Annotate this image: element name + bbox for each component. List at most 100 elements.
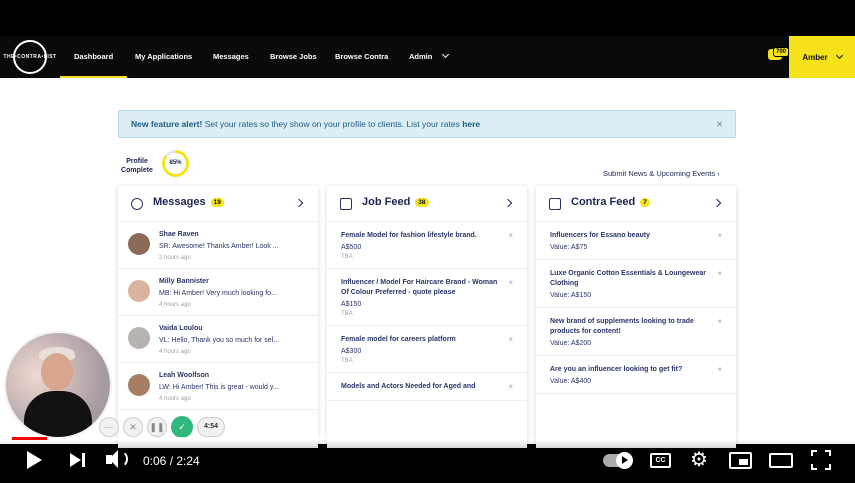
message-item[interactable]: Shae Raven SR: Awesome! Thanks Amber! Lo… [118, 222, 318, 269]
job-item[interactable]: Female Model for fashion lifestyle brand… [327, 222, 527, 269]
contra-item[interactable]: Are you an influencer looking to get fit… [536, 356, 736, 394]
user-name: Amber [802, 52, 828, 62]
message-preview: LW: Hi Amber! This is great - would y... [159, 384, 279, 391]
volume-icon-wave [118, 450, 128, 468]
messages-card-header[interactable]: Messages 19 [118, 186, 318, 222]
message-sender: Vaida Loulou [159, 325, 203, 332]
profile-progress-ring: 85% [162, 150, 189, 177]
job-rate: A$300 [341, 348, 362, 355]
message-item[interactable]: Leah Woolfson LW: Hi Amber! This is grea… [118, 363, 318, 410]
contra-item[interactable]: Luxe Organic Cotton Essentials & Loungew… [536, 260, 736, 308]
message-item[interactable]: Vaida Loulou VL: Hello, Thank you so muc… [118, 316, 318, 363]
message-time: 2 hours ago [159, 255, 191, 261]
nav-dashboard[interactable]: Dashboard [59, 36, 128, 78]
messages-count-badge: 19 [210, 197, 224, 207]
profile-label-line1: Profile [126, 158, 148, 165]
job-title: Female model for careers platform [341, 336, 456, 343]
job-rate: A$500 [341, 244, 362, 251]
job-date: TBA [341, 254, 353, 260]
message-sender: Shae Raven [159, 231, 199, 238]
chevron-right-icon[interactable] [712, 198, 722, 208]
close-icon[interactable]: × [508, 231, 513, 240]
avatar [128, 374, 150, 396]
nav-browse-jobs[interactable]: Browse Jobs [270, 36, 317, 78]
video-time: 0:06 / 2:24 [143, 454, 200, 468]
captions-icon[interactable]: CC [650, 453, 671, 468]
profile-complete-label: Profile Complete [118, 157, 156, 175]
pause-icon[interactable]: ❚❚ [147, 417, 167, 437]
nav-browse-contra[interactable]: Browse Contra [335, 36, 388, 78]
contra-value: Value: A$150 [550, 292, 592, 299]
close-icon[interactable]: × [508, 335, 513, 344]
user-menu-button[interactable]: Amber [789, 36, 855, 78]
miniplayer-icon[interactable] [729, 452, 752, 469]
contra-feed-count-badge: 7 [640, 197, 650, 207]
feature-alert-banner: New feature alert! Set your rates so the… [118, 110, 736, 138]
job-item[interactable]: Influencer / Model For Haircare Brand - … [327, 269, 527, 326]
contra-title: New brand of supplements looking to trad… [550, 318, 694, 335]
alert-text: Set your rates so they show on your prof… [202, 119, 463, 129]
theater-mode-icon[interactable] [769, 453, 793, 468]
messages-card: Messages 19 Shae Raven SR: Awesome! Thank… [118, 186, 318, 448]
job-item[interactable]: Female model for careers platform A$300 … [327, 326, 527, 373]
presenter-webcam-bubble [6, 333, 110, 437]
check-icon[interactable]: ✓ [171, 416, 193, 438]
contra-title: Influencers for Essano beauty [550, 232, 650, 239]
message-sender: Milly Bannister [159, 278, 209, 285]
job-item[interactable]: Models and Actors Needed for Aged and × [327, 373, 527, 401]
submit-news-link[interactable]: Submit News & Upcoming Events › [603, 169, 720, 178]
job-feed-card-header[interactable]: Job Feed 38 [327, 186, 527, 222]
close-icon[interactable]: × [717, 269, 722, 278]
alert-rates-link[interactable]: here [462, 119, 480, 129]
video-frame: THE•CONTRA•LIST Dashboard My Application… [0, 0, 855, 483]
close-icon[interactable]: × [717, 231, 722, 240]
message-item[interactable]: Milly Bannister MB: Hi Amber! Very much … [118, 269, 318, 316]
contra-title: Are you an influencer looking to get fit… [550, 366, 683, 373]
close-icon[interactable]: ✕ [123, 417, 143, 437]
chat-count-badge: 700 [773, 47, 790, 57]
contra-value: Value: A$200 [550, 340, 592, 347]
job-feed-count-badge: 38 [415, 197, 429, 207]
gear-icon[interactable]: ⚙ [690, 449, 708, 471]
more-icon[interactable]: ⋯ [99, 417, 119, 437]
recorder-controls: ⋯ ✕ ❚❚ ✓ 4:54 [99, 415, 229, 439]
chat-notification-button[interactable]: 700 [768, 47, 790, 63]
nav-messages[interactable]: Messages [213, 36, 249, 78]
contra-item[interactable]: Influencers for Essano beauty Value: A$7… [536, 222, 736, 260]
nav-my-applications[interactable]: My Applications [135, 36, 192, 78]
close-icon[interactable]: × [717, 365, 722, 374]
close-icon[interactable]: × [716, 111, 723, 138]
message-time: 4 hours ago [159, 302, 191, 308]
nav-admin[interactable]: Admin [409, 36, 450, 78]
message-preview: VL: Hello, Thank you so much for sel... [159, 337, 280, 344]
profile-label-line2: Complete [121, 167, 153, 174]
messages-title-text: Messages [153, 196, 206, 208]
next-icon[interactable] [70, 453, 81, 467]
message-preview: SR: Awesome! Thanks Amber! Look ... [159, 243, 279, 250]
close-icon[interactable]: × [717, 317, 722, 326]
calendar-icon [340, 198, 352, 210]
job-date: TBA [341, 358, 353, 364]
close-icon[interactable]: × [508, 382, 513, 391]
autoplay-toggle[interactable] [603, 452, 633, 469]
messages-card-title: Messages 19 [153, 196, 224, 208]
contra-list-logo[interactable]: THE•CONTRA•LIST [3, 40, 56, 74]
chevron-right-icon[interactable] [294, 198, 304, 208]
job-feed-card-title: Job Feed 38 [362, 196, 429, 208]
play-icon[interactable] [27, 451, 42, 469]
close-icon[interactable]: × [508, 278, 513, 287]
job-rate: A$150 [341, 301, 362, 308]
contra-feed-card-header[interactable]: Contra Feed 7 [536, 186, 736, 222]
next-icon-bar [82, 453, 85, 467]
avatar [128, 233, 150, 255]
video-letterbox [0, 0, 855, 36]
app-navbar: THE•CONTRA•LIST Dashboard My Application… [0, 36, 855, 78]
contra-item[interactable]: New brand of supplements looking to trad… [536, 308, 736, 356]
message-preview: MB: Hi Amber! Very much looking fo... [159, 290, 277, 297]
contra-feed-card-title: Contra Feed 7 [571, 196, 650, 208]
video-player-controls: 0:06 / 2:24 CC ⚙ [0, 440, 855, 483]
chevron-right-icon[interactable] [503, 198, 513, 208]
chevron-down-icon [442, 50, 450, 59]
fullscreen-icon[interactable] [811, 450, 831, 470]
job-title: Female Model for fashion lifestyle brand… [341, 232, 477, 239]
